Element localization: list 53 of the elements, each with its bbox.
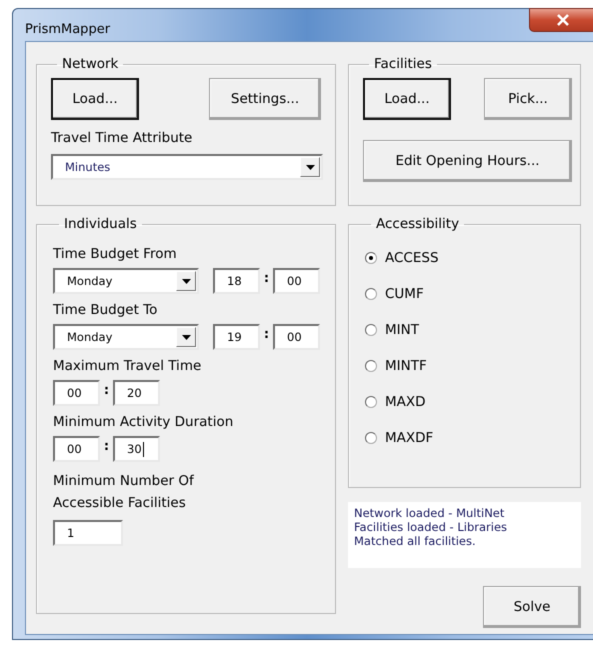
input-field[interactable]: 00 xyxy=(273,324,320,350)
radio-button[interactable] xyxy=(365,324,377,336)
input-field[interactable]: 1 xyxy=(53,520,123,546)
group-title: Facilities xyxy=(373,56,433,72)
group-title: Network xyxy=(61,56,120,72)
radio-option[interactable]: MINTF xyxy=(365,348,566,384)
radio-option[interactable]: ACCESS xyxy=(365,240,566,276)
button[interactable]: Settings... xyxy=(209,78,321,120)
input-field[interactable]: 19 xyxy=(213,324,260,350)
colon-separator: : xyxy=(102,438,110,454)
button[interactable]: Load... xyxy=(51,78,139,120)
field-label: Minimum Number Of Accessible Facilities xyxy=(53,472,195,513)
status-text: Matched all facilities. xyxy=(354,534,477,548)
dropdown[interactable]: Monday xyxy=(53,268,199,294)
colon-separator: : xyxy=(262,270,270,286)
input-field[interactable]: 30 xyxy=(113,436,160,462)
radio-option[interactable]: MAXD xyxy=(365,384,566,420)
window-title: PrismMapper xyxy=(25,22,110,37)
group-title: Accessibility xyxy=(375,216,460,232)
colon-separator: : xyxy=(262,326,270,342)
radio-button[interactable] xyxy=(365,252,377,264)
radio-option[interactable]: MINT xyxy=(365,312,566,348)
field-label: Travel Time Attribute xyxy=(51,130,194,146)
dropdown[interactable]: Minutes xyxy=(51,154,323,180)
input-field[interactable]: 00 xyxy=(53,436,100,462)
close-button[interactable] xyxy=(529,8,593,32)
field-label: Maximum Travel Time xyxy=(53,358,202,374)
field-label: Time Budget To xyxy=(53,302,158,318)
dropdown-arrow-icon xyxy=(306,164,314,170)
colon-separator: : xyxy=(102,382,110,398)
input-field[interactable]: 20 xyxy=(113,380,160,406)
radio-option[interactable]: CUMF xyxy=(365,276,566,312)
input-field[interactable]: 00 xyxy=(53,380,100,406)
radio-button[interactable] xyxy=(365,396,377,408)
close-icon xyxy=(556,14,570,26)
dropdown[interactable]: Monday xyxy=(53,324,199,350)
status-text: Facilities loaded - Libraries xyxy=(354,520,508,534)
dropdown-arrow-icon xyxy=(182,278,190,284)
radio-option[interactable]: MAXDF xyxy=(365,420,566,456)
button[interactable]: Pick... xyxy=(484,78,572,120)
radio-button[interactable] xyxy=(365,432,377,444)
radio-button[interactable] xyxy=(365,360,377,372)
field-label: Minimum Activity Duration xyxy=(53,414,234,430)
radio-button[interactable] xyxy=(365,288,377,300)
button[interactable]: Edit Opening Hours... xyxy=(363,140,572,182)
button[interactable]: Load... xyxy=(363,78,451,120)
input-field[interactable]: 18 xyxy=(213,268,260,294)
input-field[interactable]: 00 xyxy=(273,268,320,294)
button[interactable]: Solve xyxy=(483,586,581,628)
field-label: Time Budget From xyxy=(53,246,178,262)
group-title: Individuals xyxy=(63,216,138,232)
dropdown-arrow-icon xyxy=(182,334,190,340)
status-text: Network loaded - MultiNet xyxy=(354,506,506,520)
